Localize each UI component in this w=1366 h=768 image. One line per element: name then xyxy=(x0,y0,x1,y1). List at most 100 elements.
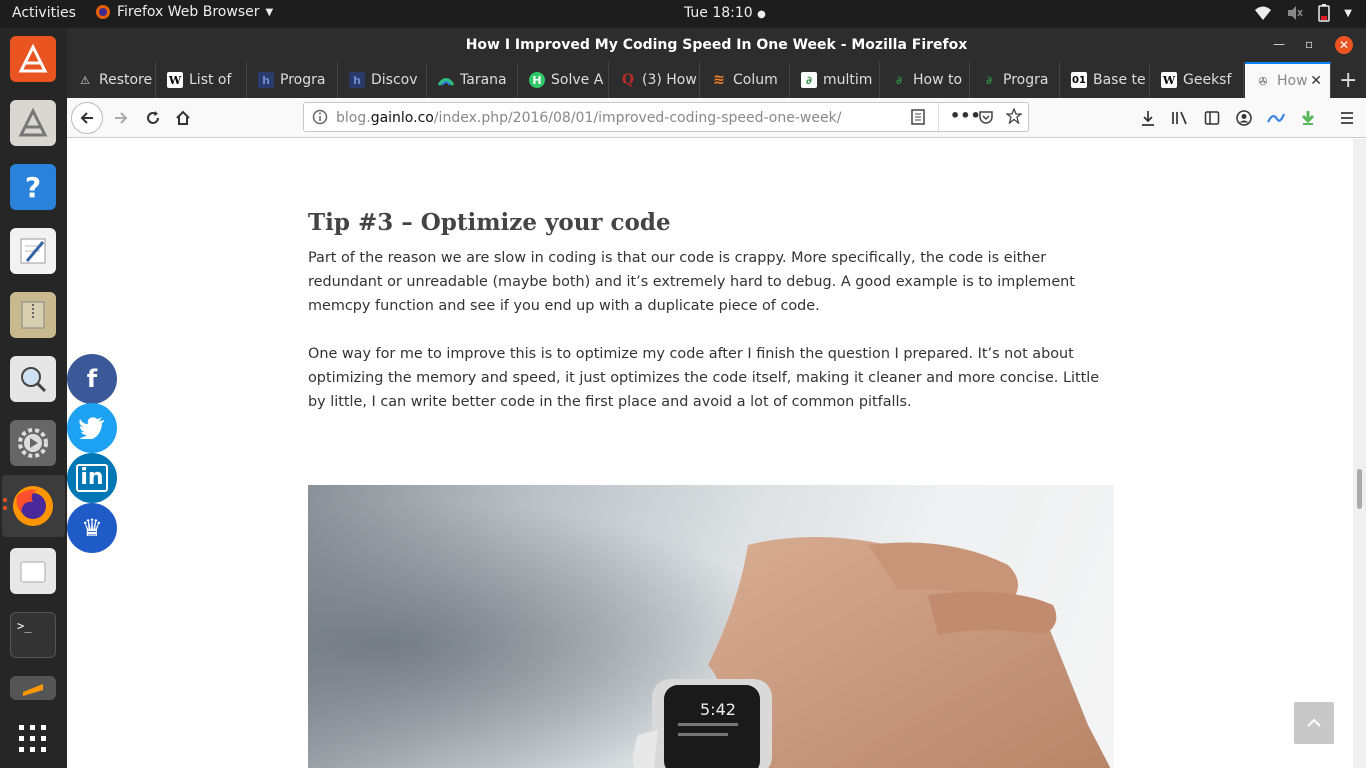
tab-label: (3) How xyxy=(642,72,697,88)
chevron-down-icon: ▼ xyxy=(265,6,274,18)
window-titlebar[interactable]: How I Improved My Coding Speed In One We… xyxy=(67,28,1366,62)
tab-label: Solve A xyxy=(551,72,604,88)
article-paragraph: One way for me to improve this is to opt… xyxy=(308,346,1100,410)
app-menu[interactable]: Firefox Web Browser ▼ xyxy=(95,4,273,20)
scroll-to-top-button[interactable] xyxy=(1294,702,1334,744)
section-heading: Tip #3 – Optimize your code xyxy=(308,209,671,236)
social-glyph: f xyxy=(86,365,98,393)
maximize-icon[interactable]: ▫ xyxy=(1305,37,1313,51)
hackerrank-icon: h xyxy=(349,72,365,88)
tab-label: Tarana xyxy=(460,72,507,88)
tab[interactable]: ≋ Colum xyxy=(701,62,790,98)
geeksforgeeks-icon: ∂ xyxy=(801,72,817,88)
volume-muted-icon xyxy=(1288,6,1303,20)
gainlo-icon: ✇ xyxy=(1258,74,1268,88)
settings-icon[interactable] xyxy=(10,420,56,466)
chevron-down-icon: ▼ xyxy=(1344,7,1352,19)
activities-button[interactable]: Activities xyxy=(12,5,76,21)
tab-label: Discov xyxy=(371,72,418,88)
reader-view-icon[interactable] xyxy=(910,109,926,129)
twitter-share-icon[interactable] xyxy=(67,403,117,453)
hamburger-menu-icon[interactable] xyxy=(1335,106,1359,130)
firefox-icon[interactable] xyxy=(10,483,56,529)
downloads-icon[interactable] xyxy=(1136,106,1160,130)
tab-label: Restore xyxy=(99,72,153,88)
tab[interactable]: H Solve A xyxy=(519,62,609,98)
pocket-icon[interactable] xyxy=(978,109,994,129)
ubuntu-software-icon[interactable] xyxy=(10,36,56,82)
tab-label: Progra xyxy=(280,72,326,88)
library-icon[interactable] xyxy=(1168,106,1192,130)
tab[interactable]: ∂ How to xyxy=(881,62,970,98)
page-viewport[interactable]: Tip #3 – Optimize your code Part of the … xyxy=(67,139,1353,768)
url-domain: gainlo.co xyxy=(370,110,434,126)
info-icon[interactable] xyxy=(312,109,328,129)
files-icon[interactable] xyxy=(10,548,56,594)
gnome-top-bar: Activities Firefox Web Browser ▼ Tue 18:… xyxy=(0,0,1366,28)
bookmark-star-icon[interactable] xyxy=(1005,107,1023,128)
archive-manager-icon[interactable] xyxy=(10,292,56,338)
tab-active[interactable]: ✇ How ✕ xyxy=(1245,62,1331,98)
battery-icon xyxy=(1318,4,1331,22)
facebook-share-icon[interactable]: f xyxy=(67,354,117,404)
show-applications-icon[interactable] xyxy=(10,716,56,762)
forward-button[interactable] xyxy=(109,106,133,130)
tab-label: How xyxy=(1277,73,1308,89)
tarana-icon xyxy=(438,72,454,88)
reload-button[interactable] xyxy=(141,106,165,130)
page-actions-icon[interactable]: ••• xyxy=(950,106,981,125)
minimize-icon[interactable]: — xyxy=(1273,37,1285,51)
hackerrank-icon: h xyxy=(258,72,274,88)
system-tray[interactable]: ▼ xyxy=(1254,4,1352,22)
url-prefix: blog. xyxy=(336,110,371,126)
app-menu-label: Firefox Web Browser xyxy=(117,4,260,20)
new-tab-button[interactable]: + xyxy=(1339,68,1357,93)
smartwatch-photo: 5:42 xyxy=(308,485,1114,768)
page-scrollbar[interactable] xyxy=(1353,139,1366,768)
article-paragraph: Part of the reason we are slow in coding… xyxy=(308,250,1075,314)
geeksforgeeks-icon: ∂ xyxy=(896,73,902,87)
tab[interactable]: ∂ multim xyxy=(791,62,880,98)
extension-wave-icon[interactable] xyxy=(1264,106,1288,130)
tab-label: Geeksf xyxy=(1183,72,1232,88)
tab[interactable]: h Progra xyxy=(248,62,338,98)
tab-label: Colum xyxy=(733,72,778,88)
terminal-icon[interactable]: >_ xyxy=(10,612,56,658)
clock[interactable]: Tue 18:10 ● xyxy=(684,5,766,21)
tab[interactable]: ⚠ Restore xyxy=(67,62,156,98)
social-glyph: ♛ xyxy=(81,514,103,542)
sidebar-icon[interactable] xyxy=(1200,106,1224,130)
tab[interactable]: Q (3) How xyxy=(610,62,700,98)
social-glyph: in xyxy=(76,464,108,492)
ubuntu-dock: ? >_ xyxy=(0,28,67,768)
url-bar[interactable]: blog.gainlo.co/index.php/2016/08/01/impr… xyxy=(303,102,1029,132)
account-icon[interactable] xyxy=(1232,106,1256,130)
window-title: How I Improved My Coding Speed In One We… xyxy=(465,37,968,53)
scrollbar-thumb[interactable] xyxy=(1357,469,1362,509)
extension-download-icon[interactable] xyxy=(1296,106,1320,130)
tab[interactable]: 01 Base te xyxy=(1061,62,1150,98)
tab[interactable]: ∂ Progra xyxy=(971,62,1060,98)
tab-label: Progra xyxy=(1003,72,1049,88)
close-window-button[interactable]: ✕ xyxy=(1335,36,1353,54)
sublime-text-icon[interactable] xyxy=(10,676,56,700)
search-icon[interactable] xyxy=(10,356,56,402)
url-text[interactable]: blog.gainlo.co/index.php/2016/08/01/impr… xyxy=(336,110,841,126)
firefox-icon xyxy=(96,5,110,19)
notification-dot-icon: ● xyxy=(757,9,766,20)
tab[interactable]: h Discov xyxy=(339,62,427,98)
text-editor-icon[interactable] xyxy=(10,228,56,274)
home-button[interactable] xyxy=(171,106,195,130)
close-tab-icon[interactable]: ✕ xyxy=(1310,73,1322,89)
tab[interactable]: Tarana xyxy=(428,62,518,98)
linkedin-share-icon[interactable]: in xyxy=(67,453,117,503)
url-divider xyxy=(938,103,939,131)
back-button[interactable] xyxy=(71,102,103,134)
software-updater-icon[interactable] xyxy=(10,100,56,146)
tab[interactable]: W Geeksf xyxy=(1151,62,1244,98)
tab[interactable]: W List of xyxy=(157,62,247,98)
tab-label: Base te xyxy=(1093,72,1146,88)
help-icon[interactable]: ? xyxy=(10,164,56,210)
crown-share-icon[interactable]: ♛ xyxy=(67,503,117,553)
tab-label: List of xyxy=(189,72,232,88)
